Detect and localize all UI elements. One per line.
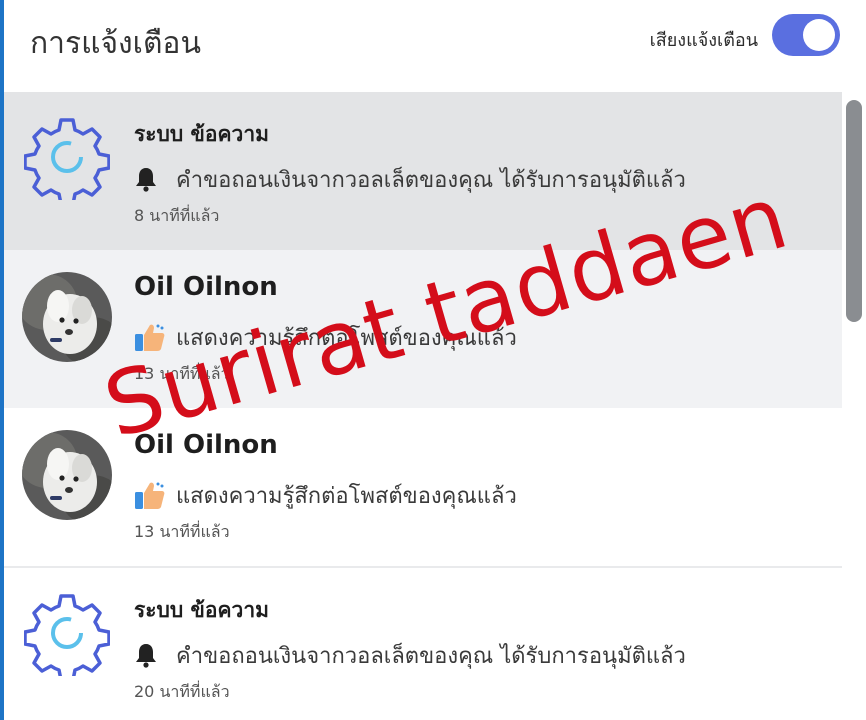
notification-message: แสดงความรู้สึกต่อโพสต์ของคุณแล้ว bbox=[176, 325, 517, 351]
notification-time: 13 นาทีที่แล้ว bbox=[134, 522, 230, 541]
notification-message-row: คำขอถอนเงินจากวอลเล็ตของคุณ ได้รับการอนุ… bbox=[134, 164, 686, 194]
notification-item[interactable]: ระบบ ข้อความ คำขอถอนเงินจากวอลเล็ตของคุณ… bbox=[4, 568, 846, 720]
toggle-knob bbox=[803, 19, 835, 51]
page-title: การแจ้งเตือน bbox=[30, 26, 201, 61]
gear-icon bbox=[23, 590, 111, 682]
notification-item[interactable]: ระบบ ข้อความ คำขอถอนเงินจากวอลเล็ตของคุณ… bbox=[4, 92, 846, 250]
sound-toggle-label: เสียงแจ้งเตือน bbox=[649, 30, 758, 51]
notification-time: 20 นาทีที่แล้ว bbox=[134, 682, 230, 701]
notification-message: แสดงความรู้สึกต่อโพสต์ของคุณแล้ว bbox=[176, 483, 517, 509]
thumbs-up-icon bbox=[134, 322, 168, 352]
sound-toggle[interactable] bbox=[772, 14, 840, 56]
notification-title: Oil Oilnon bbox=[134, 272, 278, 302]
notification-panel: การแจ้งเตือน เสียงแจ้งเตือน ระบบ ข้อความ bbox=[0, 0, 866, 720]
notification-message-row: แสดงความรู้สึกต่อโพสต์ของคุณแล้ว bbox=[134, 480, 517, 510]
avatar bbox=[22, 430, 112, 520]
avatar bbox=[22, 272, 112, 362]
notification-title: ระบบ ข้อความ bbox=[134, 122, 269, 146]
scrollbar[interactable] bbox=[842, 92, 866, 720]
notification-item[interactable]: Oil Oilnon แสดงความรู้สึกต่อโพสต์ของคุณแ… bbox=[4, 250, 846, 408]
notification-message-row: คำขอถอนเงินจากวอลเล็ตของคุณ ได้รับการอนุ… bbox=[134, 640, 686, 670]
bell-icon bbox=[134, 640, 168, 670]
notification-message: คำขอถอนเงินจากวอลเล็ตของคุณ ได้รับการอนุ… bbox=[176, 643, 686, 669]
gear-icon bbox=[23, 114, 111, 206]
notification-message: คำขอถอนเงินจากวอลเล็ตของคุณ ได้รับการอนุ… bbox=[176, 167, 686, 193]
notification-message-row: แสดงความรู้สึกต่อโพสต์ของคุณแล้ว bbox=[134, 322, 517, 352]
notification-title: ระบบ ข้อความ bbox=[134, 598, 269, 622]
bell-icon bbox=[134, 164, 168, 194]
notification-list: ระบบ ข้อความ คำขอถอนเงินจากวอลเล็ตของคุณ… bbox=[4, 92, 846, 720]
notification-title: Oil Oilnon bbox=[134, 430, 278, 460]
notification-item[interactable]: Oil Oilnon แสดงความรู้สึกต่อโพสต์ของคุณแ… bbox=[4, 408, 846, 566]
notification-time: 8 นาทีที่แล้ว bbox=[134, 206, 220, 225]
scrollbar-thumb[interactable] bbox=[846, 100, 862, 322]
thumbs-up-icon bbox=[134, 480, 168, 510]
notification-time: 13 นาทีที่แล้ว bbox=[134, 364, 230, 383]
notification-header: การแจ้งเตือน เสียงแจ้งเตือน bbox=[4, 0, 866, 90]
